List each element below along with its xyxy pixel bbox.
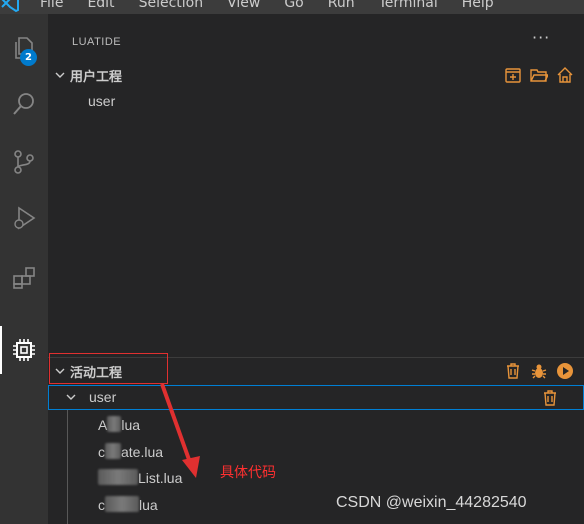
activity-run-debug[interactable]: [0, 194, 48, 242]
trash-icon[interactable]: [541, 389, 559, 407]
search-icon: [13, 93, 34, 115]
sidebar-title: LUATIDE: [72, 36, 122, 48]
menu-run[interactable]: Run: [328, 0, 355, 12]
vscode-logo-icon[interactable]: [0, 0, 20, 13]
activity-source-control[interactable]: [0, 138, 48, 186]
indent-guide: [67, 410, 68, 524]
file-name-prefix: c: [98, 497, 105, 513]
menu-go[interactable]: Go: [284, 0, 303, 12]
watermark: CSDN @weixin_44282540: [336, 494, 527, 511]
active-folder-label: user: [89, 389, 117, 405]
sidebar: LUATIDE ··· 用户工程 user 活动工程 user A lua c …: [48, 14, 584, 524]
run-debug-icon: [14, 206, 36, 230]
activity-extensions[interactable]: [0, 254, 48, 302]
source-control-icon: [14, 150, 34, 174]
menu-bar: File Edit Selection View Go Run Terminal…: [0, 0, 584, 14]
extensions-icon: [13, 267, 35, 289]
active-project-actions: [504, 362, 574, 380]
menu-view[interactable]: View: [227, 0, 260, 12]
menu-terminal[interactable]: Terminal: [379, 0, 438, 12]
redacted-text: [98, 469, 138, 485]
annotation-text: 具体代码: [220, 465, 276, 481]
menu-items: File Edit Selection View Go Run Terminal…: [40, 0, 518, 12]
file-item[interactable]: Alua: [98, 416, 140, 433]
user-project-item[interactable]: user: [88, 93, 115, 109]
home-icon[interactable]: [556, 66, 574, 84]
more-actions-icon[interactable]: ···: [532, 28, 550, 47]
annotation-arrow-icon: [160, 383, 200, 478]
chip-icon: [13, 339, 35, 361]
menu-edit[interactable]: Edit: [87, 0, 114, 12]
chevron-down-icon[interactable]: [50, 64, 70, 86]
active-project-folder[interactable]: user: [48, 385, 584, 410]
chevron-down-icon[interactable]: [65, 391, 77, 403]
open-folder-icon[interactable]: [530, 66, 548, 84]
menu-file[interactable]: File: [40, 0, 63, 12]
menu-selection[interactable]: Selection: [139, 0, 204, 12]
activity-search[interactable]: [0, 80, 48, 128]
bug-icon[interactable]: [530, 362, 548, 380]
user-project-header[interactable]: 用户工程: [48, 64, 584, 86]
redacted-text: [105, 496, 139, 512]
activity-bar: 2: [0, 14, 48, 524]
redacted-text: [107, 416, 122, 432]
explorer-badge: 2: [20, 49, 37, 66]
new-project-icon[interactable]: [504, 66, 522, 84]
file-name-prefix: A: [98, 417, 108, 433]
file-item[interactable]: c lua: [98, 496, 158, 513]
file-name-prefix: c: [98, 444, 105, 460]
user-project-actions: [504, 66, 574, 84]
run-icon[interactable]: [556, 362, 574, 380]
menu-help[interactable]: Help: [462, 0, 494, 12]
trash-icon[interactable]: [504, 362, 522, 380]
redacted-text: [105, 443, 121, 459]
file-name-suffix: lua: [139, 497, 158, 513]
activity-luatide[interactable]: [0, 326, 48, 374]
user-project-label: 用户工程: [70, 69, 123, 85]
file-name-suffix: lua: [121, 417, 141, 433]
